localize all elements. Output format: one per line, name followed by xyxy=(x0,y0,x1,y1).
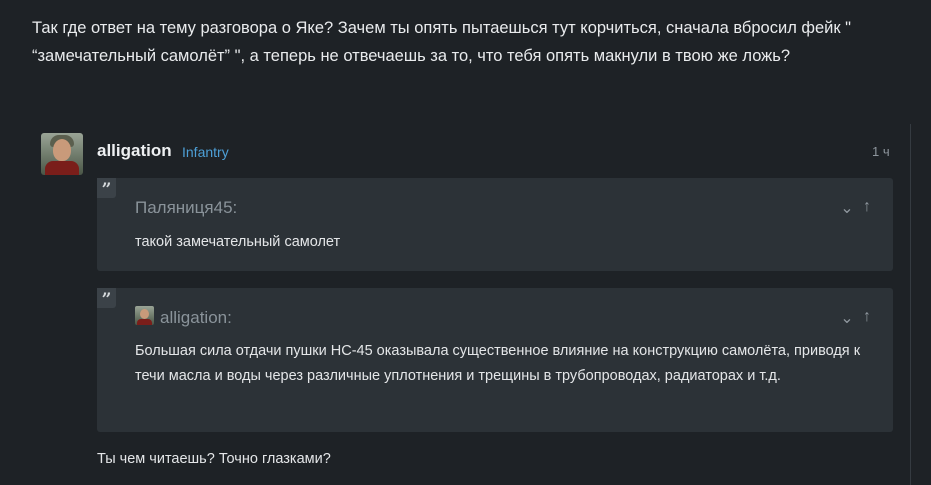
avatar-head xyxy=(53,139,71,161)
reply-text: Ты чем читаешь? Точно глазками? xyxy=(97,451,331,467)
quote-avatar xyxy=(135,306,154,325)
quote-text: такой замечательный самолет xyxy=(135,234,341,250)
quote-author[interactable]: alligation: xyxy=(160,308,232,328)
post-text: Так где ответ на тему разговора о Яке? З… xyxy=(32,19,852,65)
quote-icon: ” xyxy=(97,178,116,200)
chevron-down-icon[interactable]: ⌄ xyxy=(839,308,855,328)
quote-block: ” Паляниця45: ⌄ ↑ такой замечательный са… xyxy=(97,178,893,271)
quote-controls: ⌄ ↑ xyxy=(839,198,875,218)
quote-block: ” alligation: ⌄ ↑ Большая сила отдачи пу… xyxy=(97,288,893,432)
quote-avatar-head xyxy=(140,309,149,319)
author-rank: Infantry xyxy=(182,144,229,160)
quote-icon: ” xyxy=(97,288,116,310)
avatar[interactable] xyxy=(41,133,83,175)
quote-author[interactable]: Паляниця45: xyxy=(135,198,237,218)
quote-controls: ⌄ ↑ xyxy=(839,308,875,328)
quote-avatar-body xyxy=(137,319,152,325)
chevron-down-icon[interactable]: ⌄ xyxy=(839,198,855,218)
arrow-up-icon[interactable]: ↑ xyxy=(859,308,875,328)
thread-line xyxy=(910,124,911,485)
comment-time[interactable]: 1 ч xyxy=(872,144,890,159)
avatar-body xyxy=(45,161,79,175)
arrow-up-icon[interactable]: ↑ xyxy=(859,198,875,218)
comment-author[interactable]: alligation xyxy=(97,141,172,161)
quote-text: Большая сила отдачи пушки НС-45 оказывал… xyxy=(135,343,861,384)
